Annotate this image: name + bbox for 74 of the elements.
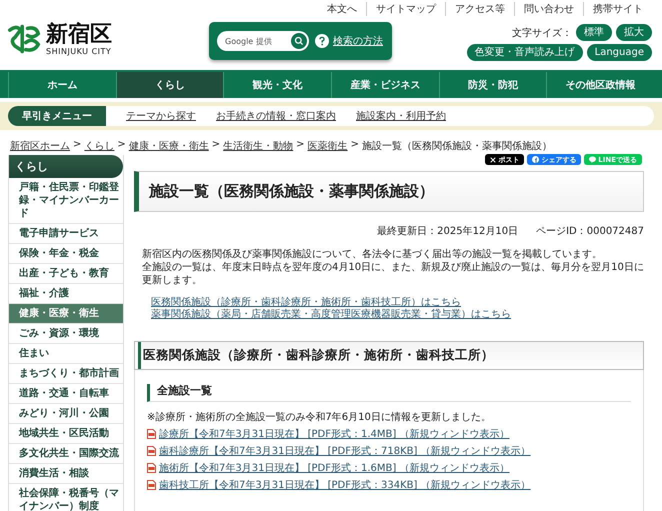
- search-icon: [291, 33, 307, 49]
- sidebar-item[interactable]: 消費生活・相談: [9, 464, 123, 484]
- sidebar-item[interactable]: ごみ・資源・環境: [9, 324, 123, 344]
- last-updated: 最終更新日：2025年12月10日: [377, 224, 518, 238]
- x-logo-icon: [490, 156, 496, 162]
- breadcrumb-link[interactable]: 医薬衛生: [308, 139, 348, 153]
- breadcrumb-current: 施設一覧（医務関係施設・薬事関係施設）: [362, 140, 552, 153]
- pdf-file-link[interactable]: 歯科技工所【令和7年3月31日現在】 [PDF形式：334KB] （新規ウィンドウ表示）: [159, 478, 531, 492]
- breadcrumb-link[interactable]: 新宿区ホーム: [10, 139, 70, 153]
- breadcrumb-link[interactable]: くらし: [84, 139, 114, 153]
- nav-tab[interactable]: 観光・文化: [223, 72, 332, 98]
- sidebar-item[interactable]: みどり・河川・公園: [9, 404, 123, 424]
- header-button[interactable]: Language: [586, 44, 652, 61]
- utility-link[interactable]: 本文へ: [318, 2, 366, 16]
- utility-link[interactable]: サイトマップ: [366, 2, 445, 16]
- breadcrumb-link[interactable]: 健康・医療・衛生: [128, 139, 209, 153]
- facebook-logo-icon: [532, 156, 540, 163]
- pdf-icon: [147, 446, 156, 456]
- nav-tab[interactable]: 防災・防犯: [438, 72, 546, 98]
- pdf-file-link[interactable]: 施術所【令和7年3月31日現在】 [PDF形式：1.6MB] （新規ウィンドウ表示）: [159, 461, 510, 475]
- search-button[interactable]: [291, 31, 309, 51]
- intro-text: 全施設の一覧は、年度末日時点を翌年度の4月10日に、また、新規及び廃止施設の一覧は、毎月分を翌月10日に更新します。: [141, 261, 644, 287]
- sidebar-item[interactable]: 道路・交通・自転車: [9, 384, 123, 404]
- nav-tab[interactable]: くらし: [116, 72, 224, 98]
- font-size-button[interactable]: 標準: [576, 24, 612, 41]
- font-size-label: 文字サイズ：: [512, 26, 572, 40]
- quick-menu-link[interactable]: お手続きの情報・窓口案内: [216, 109, 336, 123]
- font-size-button[interactable]: 拡大: [616, 24, 652, 41]
- sidebar-item[interactable]: 多文化共生・国際交流: [9, 444, 123, 464]
- utility-link[interactable]: アクセス等: [445, 2, 514, 16]
- intro-text: 新宿区内の医務関係及び薬事関係施設について、各法令に基づく届出等の施設一覧を掲載しています。: [141, 248, 603, 261]
- sidebar-title: くらし: [9, 155, 123, 178]
- sidebar-item[interactable]: まちづくり・都市計画: [9, 364, 123, 384]
- section-link[interactable]: 医務関係施設（診療所・歯科診療所・施術所・歯科技工所）はこちら: [151, 297, 644, 309]
- quick-menu-link[interactable]: テーマから探す: [126, 109, 196, 123]
- sidebar-item[interactable]: 出産・子ども・教育: [9, 264, 123, 284]
- page-id: ページID：000072487: [536, 225, 644, 238]
- quick-menu-link[interactable]: 施設案内・利用予約: [356, 109, 446, 123]
- subsection-heading: 全施設一覧: [147, 384, 631, 402]
- search-help-link[interactable]: 検索の方法: [333, 34, 383, 48]
- sidebar-item[interactable]: 住まい: [9, 344, 123, 364]
- section-link[interactable]: 薬事関係施設（薬局・店舗販売業・高度管理医療機器販売業・貸与業）はこちら: [151, 309, 644, 321]
- pdf-icon: [147, 463, 156, 473]
- sidebar-item[interactable]: 戸籍・住民票・印鑑登録・マイナンバーカード: [9, 178, 123, 224]
- nav-tab[interactable]: 産業・ビジネス: [331, 72, 439, 98]
- city-emblem-icon: [6, 23, 42, 55]
- section-heading: 医務関係施設（診療所・歯科診療所・施術所・歯科技工所）: [134, 341, 644, 370]
- pdf-icon: [147, 480, 156, 490]
- breadcrumb-separator: >: [350, 139, 359, 152]
- sidebar-item[interactable]: 健康・医療・衛生: [9, 304, 123, 324]
- sidebar-item[interactable]: 電子申請サービス: [9, 224, 123, 244]
- page-title: 施設一覧（医務関係施設・薬事関係施設）: [134, 171, 644, 212]
- utility-link[interactable]: 問い合わせ: [514, 2, 583, 16]
- nav-tab[interactable]: その他区政情報: [546, 72, 654, 98]
- utility-link[interactable]: 携帯サイト: [583, 2, 652, 16]
- search-field[interactable]: Google 提供: [217, 31, 291, 51]
- breadcrumb-separator: >: [296, 139, 305, 152]
- breadcrumb-separator: >: [212, 139, 220, 152]
- quick-menu-label: 早引きメニュー: [8, 106, 106, 126]
- help-icon: [315, 34, 329, 48]
- header-button[interactable]: 色変更・音声読み上げ: [466, 44, 583, 61]
- city-logo-name[interactable]: 新宿区: [46, 22, 112, 46]
- pdf-icon: [147, 429, 156, 439]
- city-logo-subtitle: SHINJUKU CITY: [46, 46, 112, 56]
- speech-bubble-icon: [589, 156, 596, 163]
- breadcrumb-separator: >: [117, 139, 126, 152]
- update-note: ※診療所・施術所の全施設一覧のみ令和7年6月10日に情報を更新しました。: [147, 410, 492, 424]
- sidebar-item[interactable]: 保険・年金・税金: [9, 244, 123, 264]
- breadcrumb-link[interactable]: 生活衛生・動物: [223, 139, 294, 153]
- sidebar-item[interactable]: 社会保障・税番号（マイナンバー）制度: [9, 484, 123, 511]
- sidebar-item[interactable]: 地域共生・区民活動: [9, 424, 123, 444]
- pdf-file-link[interactable]: 診療所【令和7年3月31日現在】 [PDF形式：1.4MB] （新規ウィンドウ表示）: [159, 427, 510, 441]
- pdf-file-link[interactable]: 歯科診療所【令和7年3月31日現在】 [PDF形式：718KB] （新規ウィンドウ表示）: [159, 444, 531, 458]
- breadcrumb-separator: >: [73, 139, 82, 152]
